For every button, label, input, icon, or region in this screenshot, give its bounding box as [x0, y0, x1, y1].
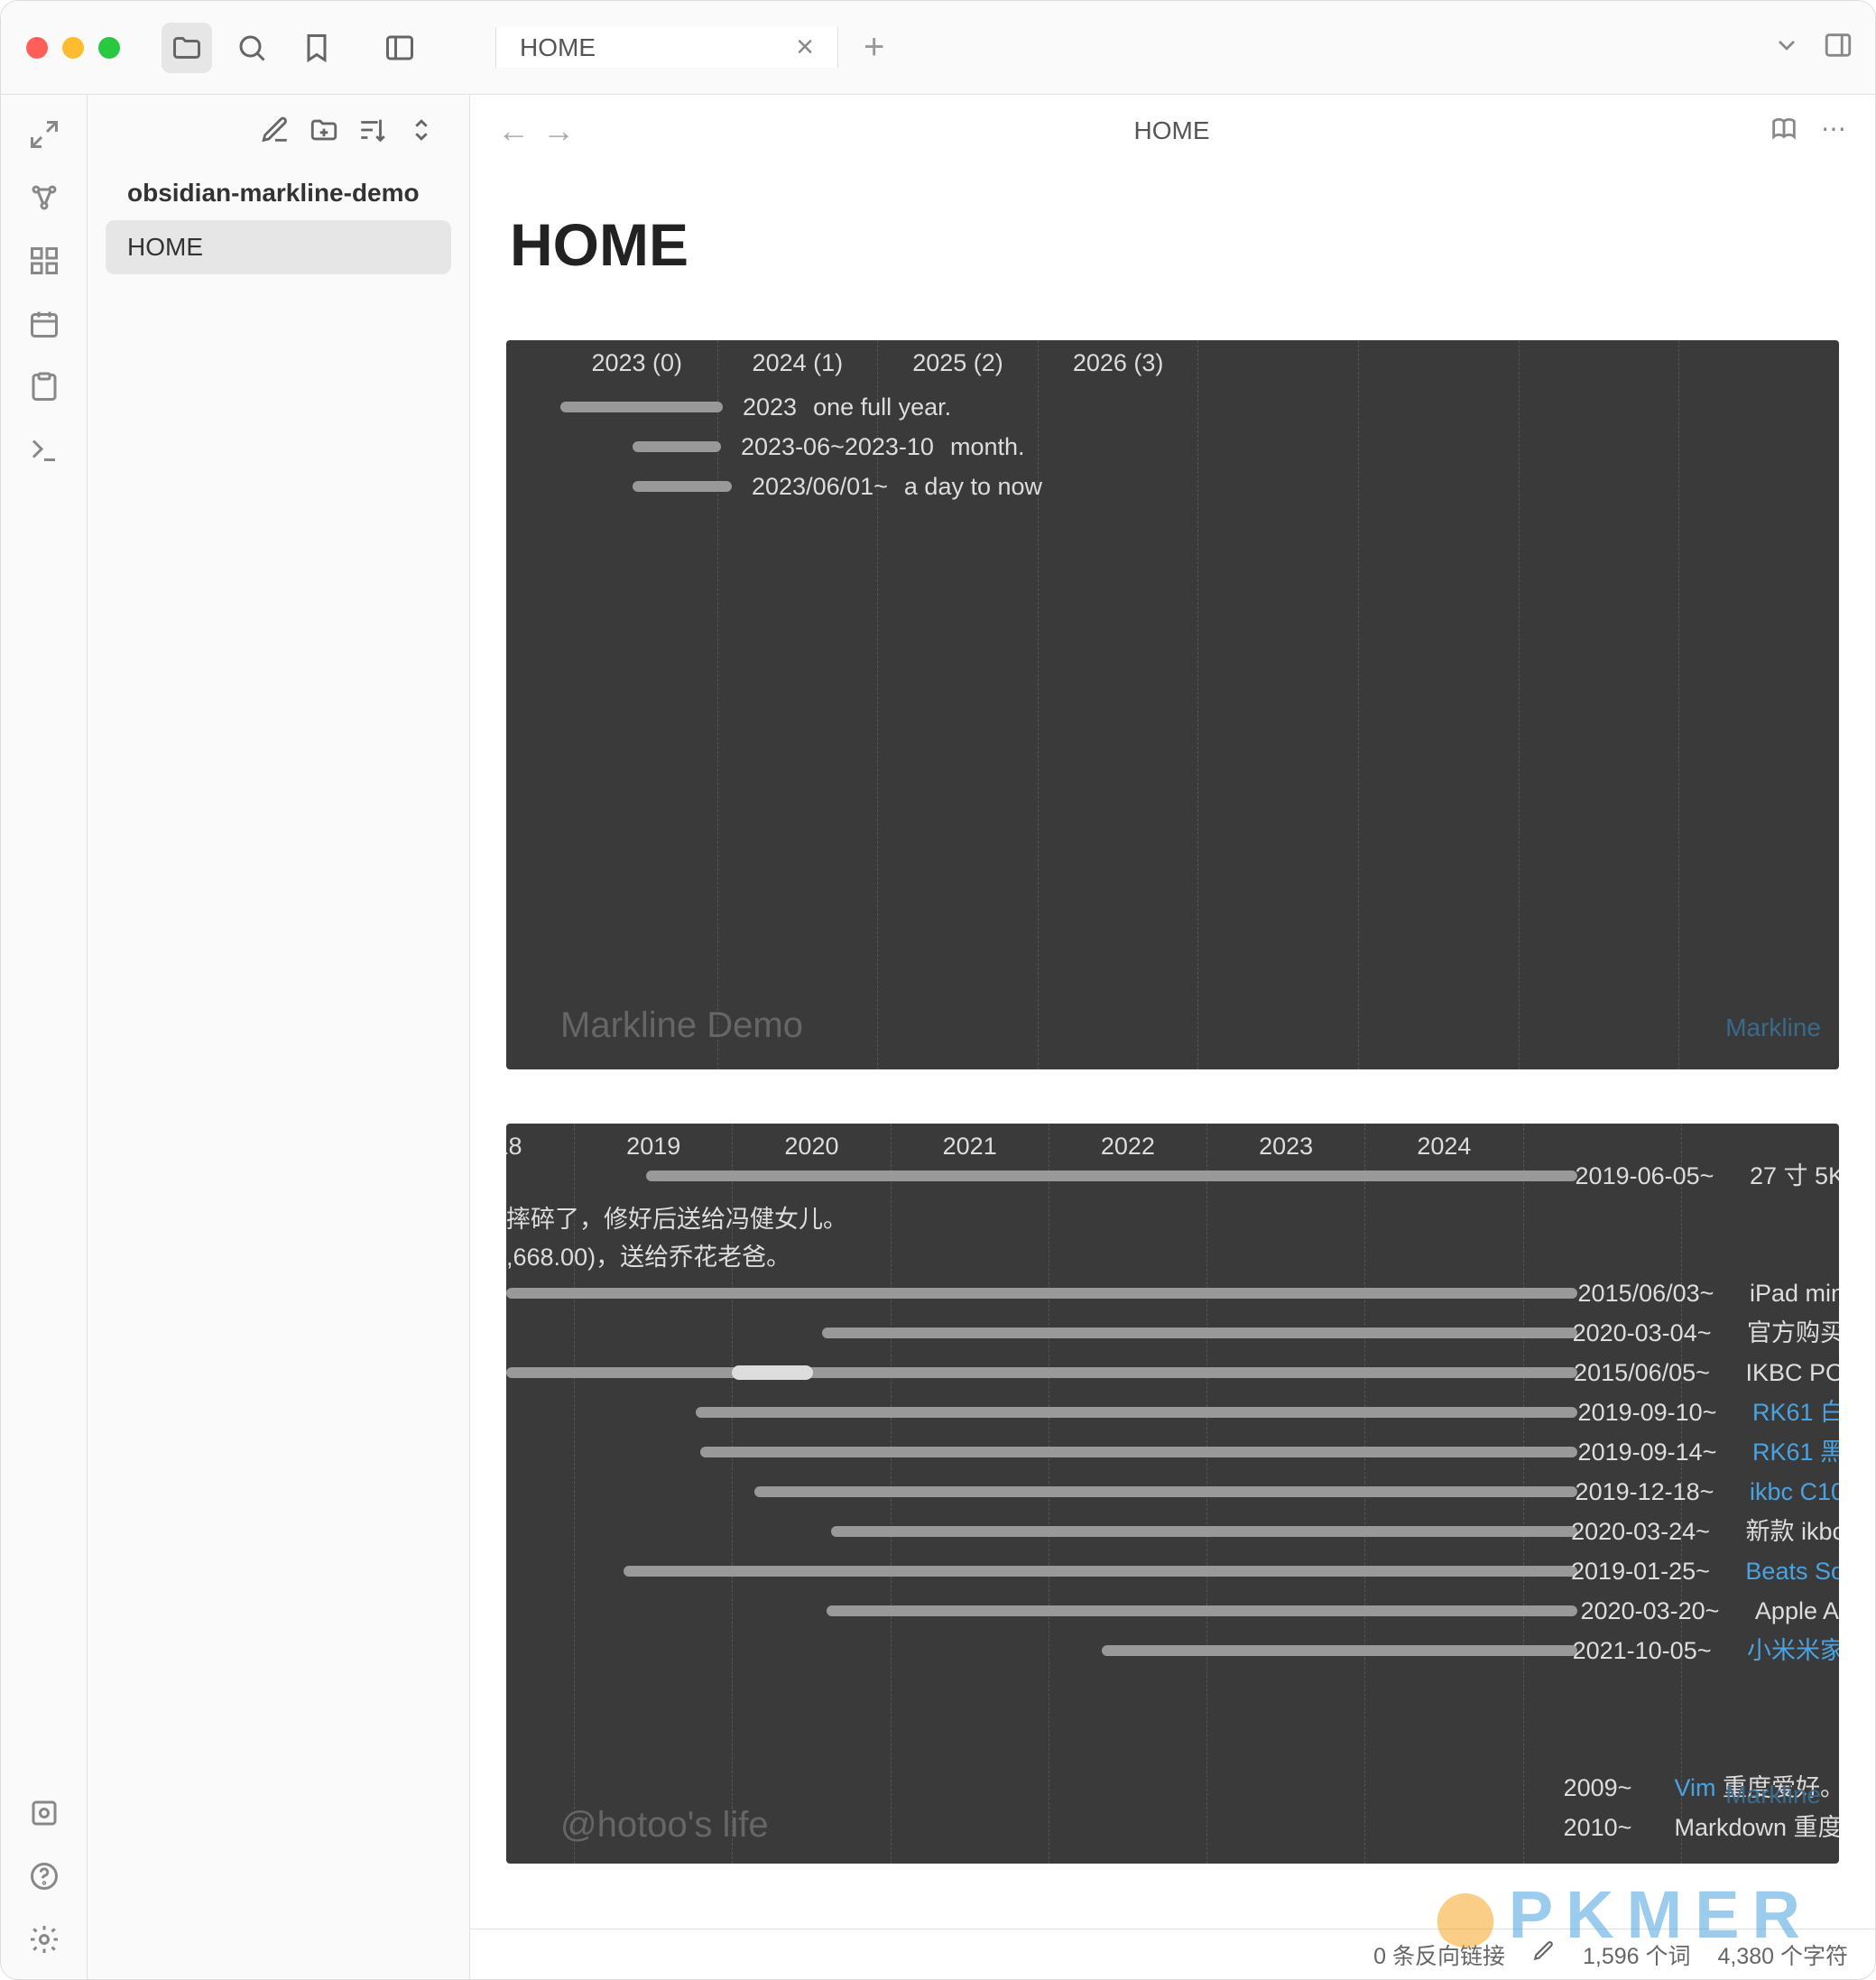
year-header: 2026 (3) — [1039, 349, 1198, 377]
timeline-row-label: 2019-01-25~ Beats So — [1571, 1551, 1839, 1591]
timeline-bar — [700, 1447, 1577, 1457]
timeline-row: 2023/06/01~a day to now — [506, 467, 1839, 506]
markline-brand: Markline — [1725, 1781, 1821, 1809]
year-header: 2021 — [892, 1133, 1049, 1161]
timeline-row-label: 2023-06~2023-10month. — [741, 433, 1025, 461]
minimize-window-button[interactable] — [62, 37, 84, 59]
timeline-row-label: 2010~ Markdown 重度 — [1564, 1808, 1839, 1847]
markline-timeline-1[interactable]: 2023 (0)2024 (1)2025 (2)2026 (3) 2023one… — [506, 340, 1839, 1069]
chevron-down-icon[interactable] — [1772, 31, 1801, 64]
year-header: 2020 — [733, 1133, 890, 1161]
ribbon — [1, 95, 88, 1979]
nav-forward-icon[interactable]: → — [542, 112, 575, 150]
year-header: 2022 — [1049, 1133, 1206, 1161]
graph-icon[interactable] — [26, 180, 62, 216]
close-window-button[interactable] — [26, 37, 48, 59]
canvas-icon[interactable] — [26, 243, 62, 279]
heading-h1: HOME — [510, 210, 1839, 279]
left-panel-toggle-icon[interactable] — [374, 23, 425, 73]
command-icon[interactable] — [26, 432, 62, 468]
timeline-row: 2023one full year. — [506, 387, 1839, 427]
markline-timeline-2[interactable]: 2018201920202021202220232024 摔碎了，修好后送给冯健… — [506, 1124, 1839, 1864]
timeline-bar — [624, 1566, 1577, 1577]
timeline-bar — [827, 1605, 1577, 1616]
traffic-lights — [1, 37, 145, 59]
year-header: 2018 — [506, 1133, 574, 1161]
titlebar: HOME × + — [1, 1, 1875, 95]
year-header: 2023 — [1207, 1133, 1364, 1161]
timeline-bar — [822, 1328, 1577, 1338]
timeline-row-label: 2015/06/05~ IKBC PO — [1574, 1353, 1839, 1392]
timeline-row-label: 2019-09-14~ RK61 黑 — [1578, 1432, 1839, 1472]
timeline-row-label: 2020-03-04~ 官方购买 — [1573, 1313, 1839, 1353]
year-header: 2019 — [575, 1133, 732, 1161]
tab-home[interactable]: HOME × — [495, 27, 838, 68]
timeline-row-label: 2015/06/03~ iPad min — [1578, 1273, 1839, 1313]
timeline-bar — [633, 481, 732, 492]
daily-note-icon[interactable] — [26, 306, 62, 342]
year-header: 2023 (0) — [557, 349, 717, 377]
new-tab-button[interactable]: + — [838, 27, 910, 68]
new-note-icon[interactable] — [260, 115, 291, 150]
timeline-row-label: 2019-12-18~ ikbc C10 — [1576, 1472, 1839, 1512]
timeline-row-label: 2019-06-05~ 27 寸 5K — [1576, 1156, 1839, 1196]
timeline-watermark: @hotoo's life — [560, 1805, 769, 1846]
timeline-row-label: 2019-09-10~ RK61 白 — [1578, 1392, 1839, 1432]
timeline-row: 2023-06~2023-10month. — [506, 427, 1839, 467]
bookmark-icon[interactable] — [291, 23, 342, 73]
year-header: 2025 (2) — [878, 349, 1038, 377]
sidebar: obsidian-markline-demo HOME — [88, 95, 470, 1979]
files-icon[interactable] — [162, 23, 212, 73]
timeline-bar — [696, 1407, 1577, 1418]
timeline-bar — [646, 1170, 1577, 1181]
timeline-row-label: 2023one full year. — [743, 393, 951, 421]
more-options-icon[interactable]: ⋯ — [1821, 114, 1848, 149]
timeline-bar — [633, 441, 721, 452]
timeline-watermark: Markline Demo — [560, 1005, 803, 1046]
timeline-row-label: 2023/06/01~a day to now — [752, 473, 1042, 501]
page-title: HOME — [584, 116, 1760, 145]
timeline-bar — [506, 1367, 1577, 1378]
main: ← → HOME ⋯ HOME 2023 (0)2024 (1)2025 (2)… — [470, 95, 1875, 1979]
pkmer-watermark: PKMER — [1433, 1876, 1813, 1953]
new-folder-icon[interactable] — [309, 115, 339, 150]
settings-icon[interactable] — [26, 1921, 62, 1957]
reading-view-icon[interactable] — [1769, 114, 1799, 149]
note-text-2: ,668.00)，送给乔花老爸。 — [506, 1237, 790, 1272]
file-item-home[interactable]: HOME — [106, 220, 451, 274]
sort-icon[interactable] — [357, 115, 388, 150]
year-header: 2024 (1) — [718, 349, 878, 377]
timeline-bar — [831, 1526, 1577, 1537]
templates-icon[interactable] — [26, 369, 62, 405]
tab-label: HOME — [520, 33, 596, 62]
search-icon[interactable] — [226, 23, 277, 73]
timeline-row-label: 2020-03-24~ 新款 ikbc — [1571, 1512, 1839, 1551]
timeline-bar — [506, 1288, 1577, 1299]
nav-back-icon[interactable]: ← — [497, 112, 530, 150]
markline-brand: Markline — [1725, 1013, 1821, 1042]
timeline-bar — [560, 402, 723, 412]
vault-icon[interactable] — [26, 1795, 62, 1831]
right-panel-toggle-icon[interactable] — [1823, 30, 1853, 65]
year-header: 2024 — [1365, 1133, 1522, 1161]
timeline-row-label: 2021-10-05~ 小米米家 — [1573, 1631, 1839, 1670]
timeline-bar — [754, 1486, 1577, 1497]
collapse-icon[interactable] — [406, 115, 437, 150]
note-text-1: 摔碎了，修好后送给冯健女儿。 — [506, 1199, 847, 1235]
maximize-window-button[interactable] — [98, 37, 120, 59]
timeline-row-label: 2020-03-20~ Apple Ai — [1581, 1591, 1839, 1631]
quick-switcher-icon[interactable] — [26, 116, 62, 153]
close-tab-icon[interactable]: × — [796, 30, 814, 65]
help-icon[interactable] — [26, 1858, 62, 1894]
vault-name[interactable]: obsidian-markline-demo — [88, 170, 469, 220]
timeline-bar — [1102, 1645, 1577, 1656]
